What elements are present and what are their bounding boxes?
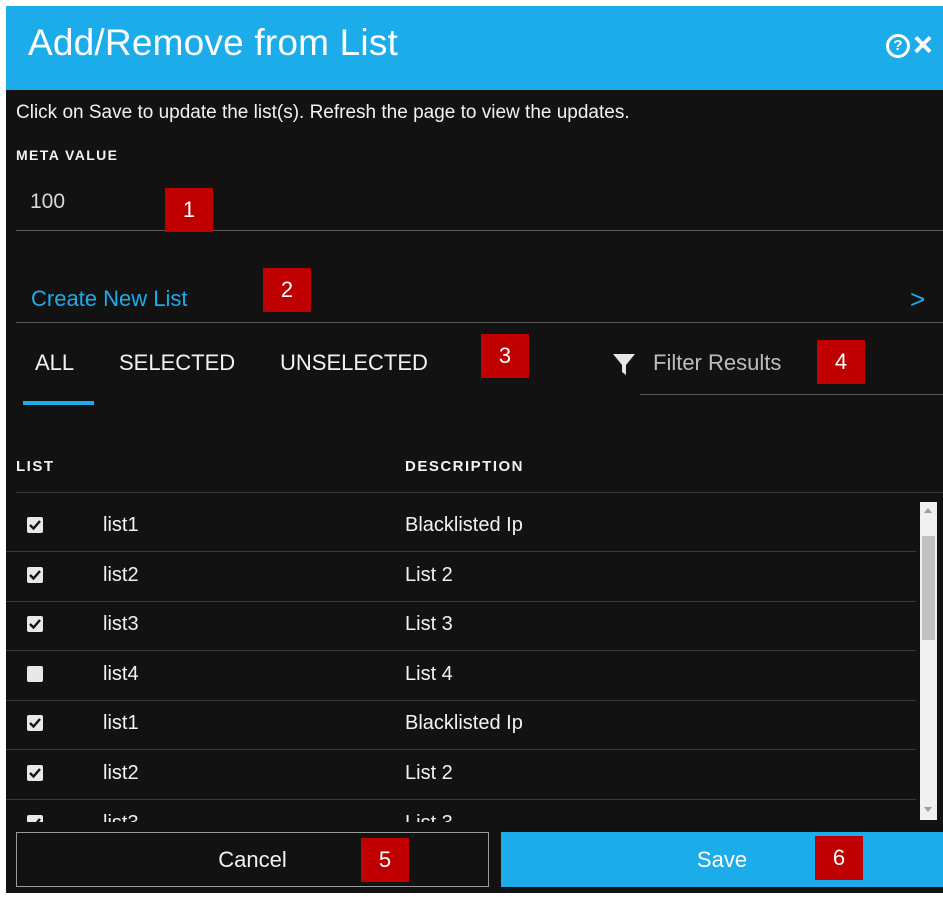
create-divider [16, 322, 943, 323]
table-row[interactable]: list4 List 4 [6, 651, 916, 701]
row-checkbox[interactable] [27, 765, 43, 781]
create-new-list-link[interactable]: Create New List [31, 286, 188, 312]
dialog-titlebar: Add/Remove from List ? × [6, 6, 943, 90]
filter-icon [613, 354, 635, 375]
list-scrollbar[interactable] [920, 502, 937, 820]
annotation-marker-2: 2 [263, 268, 311, 312]
row-description: List 4 [405, 663, 453, 685]
row-checkbox[interactable] [27, 715, 43, 731]
annotation-marker-3: 3 [481, 334, 529, 378]
list-table-body: list1 Blacklisted Ip list2 List 2 list3 … [6, 502, 916, 822]
filter-underline [640, 394, 943, 395]
table-row[interactable]: list3 List 3 [6, 800, 916, 822]
table-row[interactable]: list2 List 2 [6, 750, 916, 800]
row-checkbox[interactable] [27, 567, 43, 583]
help-icon[interactable]: ? [886, 34, 910, 58]
column-header-list: LIST [16, 458, 55, 475]
annotation-marker-5: 5 [361, 838, 409, 882]
cancel-button[interactable]: Cancel [16, 832, 489, 887]
row-description: List 2 [405, 762, 453, 784]
row-description: Blacklisted Ip [405, 514, 523, 536]
row-description: List 3 [405, 613, 453, 635]
meta-value-field[interactable]: 100 [30, 190, 65, 214]
row-description: Blacklisted Ip [405, 712, 523, 734]
row-list-name: list1 [103, 712, 139, 734]
row-checkbox[interactable] [27, 616, 43, 632]
chevron-right-icon[interactable]: > [910, 284, 925, 315]
row-description: List 3 [405, 812, 453, 822]
add-remove-list-dialog: Add/Remove from List ? × Click on Save t… [6, 0, 943, 893]
column-header-description: DESCRIPTION [405, 458, 525, 475]
table-row[interactable]: list2 List 2 [6, 552, 916, 602]
close-icon[interactable]: × [913, 28, 943, 62]
tab-selected[interactable]: SELECTED [119, 350, 235, 376]
row-list-name: list3 [103, 812, 139, 822]
meta-divider [16, 230, 943, 231]
dialog-title: Add/Remove from List [28, 22, 399, 63]
tab-all[interactable]: ALL [35, 350, 74, 376]
row-list-name: list2 [103, 762, 139, 784]
table-row[interactable]: list1 Blacklisted Ip [6, 502, 916, 552]
row-checkbox[interactable] [27, 517, 43, 533]
row-list-name: list4 [103, 663, 139, 685]
table-row[interactable]: list1 Blacklisted Ip [6, 700, 916, 750]
scroll-up-icon[interactable] [924, 508, 932, 513]
table-row[interactable]: list3 List 3 [6, 601, 916, 651]
row-checkbox[interactable] [27, 815, 43, 822]
meta-value-label: META VALUE [16, 147, 119, 163]
row-list-name: list2 [103, 564, 139, 586]
scroll-down-icon[interactable] [924, 807, 932, 812]
tab-unselected[interactable]: UNSELECTED [280, 350, 428, 376]
row-list-name: list3 [103, 613, 139, 635]
annotation-marker-1: 1 [165, 188, 213, 232]
active-tab-indicator [23, 401, 94, 405]
filter-results-input[interactable]: Filter Results [653, 350, 781, 376]
row-checkbox[interactable] [27, 666, 43, 682]
row-list-name: list1 [103, 514, 139, 536]
header-divider [16, 492, 943, 493]
annotation-marker-6: 6 [815, 836, 863, 880]
annotation-marker-4: 4 [817, 340, 865, 384]
info-text: Click on Save to update the list(s). Ref… [16, 102, 630, 123]
scroll-thumb[interactable] [922, 536, 935, 640]
save-button[interactable]: Save [501, 832, 943, 887]
row-description: List 2 [405, 564, 453, 586]
